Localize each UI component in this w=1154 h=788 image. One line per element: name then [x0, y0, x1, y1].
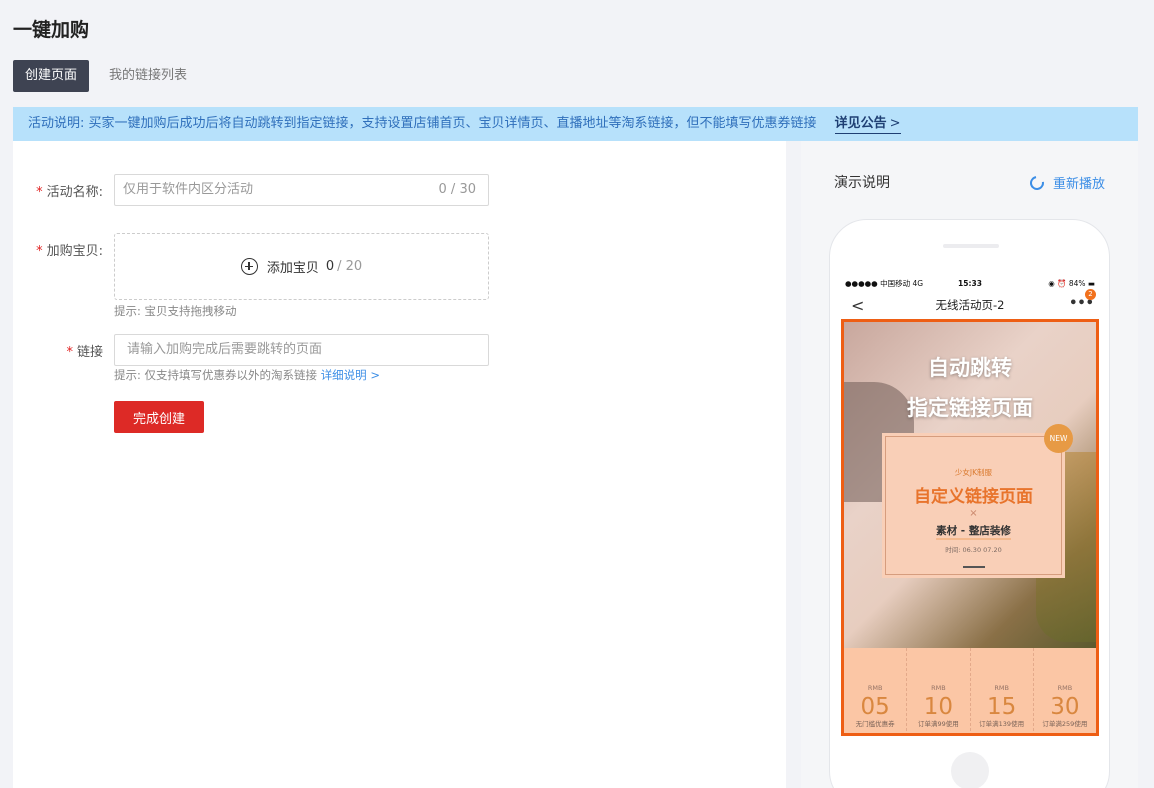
replay-label: 重新播放: [1052, 177, 1105, 192]
battery-status: ◉ ⏰ 84% ▬: [1048, 278, 1095, 288]
banner-headline-1: 自动跳转: [928, 356, 1012, 380]
replay-button[interactable]: 重新播放: [1027, 172, 1105, 193]
refresh-icon: [1027, 172, 1047, 193]
notice-banner: 活动说明: 买家一键加购后成功后将自动跳转到指定链接，支持设置店铺首页、宝贝详情…: [13, 107, 1138, 141]
phone-screen: ●●●●● 中国移动 4G 15:33 ◉ ⏰ 84% ▬ < 无线活动页-2 …: [841, 274, 1099, 736]
notice-text: 活动说明: 买家一键加购后成功后将自动跳转到指定链接，支持设置店铺首页、宝贝详情…: [28, 116, 817, 131]
demo-panel: 演示说明 重新播放 ●●●●● 中国移动 4G 15:33 ◉ ⏰ 84% ▬ …: [801, 141, 1138, 788]
back-icon: <: [851, 296, 865, 315]
card-title: 自定义链接页面: [914, 487, 1033, 507]
link-input[interactable]: 请输入加购完成后需要跳转的页面: [114, 334, 489, 366]
form-panel: * 活动名称: 仅用于软件内区分活动 0 / 30 * 加购宝贝: 添加宝贝 0 /…: [13, 141, 786, 788]
coupon-row: RMB 05 无门槛优惠券 RMB 10 订单满99使用 RMB 15 订单满1…: [844, 648, 1096, 733]
demo-title: 演示说明: [834, 175, 890, 191]
coupon-desc: 无门槛优惠券: [855, 720, 895, 728]
banner-headline-2: 指定链接页面: [907, 396, 1033, 420]
activity-name-input[interactable]: 仅用于软件内区分活动 0 / 30: [114, 174, 489, 206]
coupon-desc: 订单满259使用: [1042, 720, 1088, 728]
card-divider: [962, 566, 985, 568]
product-count-current: 0: [325, 259, 335, 274]
card-category: 少女JK制服: [954, 468, 993, 477]
activity-name-label: * 活动名称:: [36, 185, 103, 200]
link-placeholder: 请输入加购完成后需要跳转的页面: [127, 342, 323, 357]
new-badge: NEW: [1044, 424, 1073, 453]
products-hint: 提示: 宝贝支持拖拽移动: [114, 304, 237, 318]
link-hint: 提示: 仅支持填写优惠券以外的淘系链接 详细说明 >: [114, 368, 380, 382]
coupon-amount: 15: [986, 694, 1017, 720]
link-detail-link[interactable]: 详细说明 >: [321, 368, 380, 382]
phone-status-bar: ●●●●● 中国移动 4G 15:33 ◉ ⏰ 84% ▬: [841, 274, 1099, 292]
coupon-desc: 订单满139使用: [979, 720, 1025, 728]
notification-badge: 2: [1085, 289, 1096, 300]
phone-speaker: [943, 244, 999, 248]
product-count-max: / 20: [337, 259, 363, 274]
phone-home-button: [951, 752, 989, 788]
tab-create-page[interactable]: 创建页面: [13, 60, 90, 92]
activity-name-placeholder: 仅用于软件内区分活动: [123, 182, 254, 197]
carrier-text: ●●●●● 中国移动 4G: [845, 278, 924, 288]
link-label: * 链接: [66, 345, 103, 360]
coupon-amount: 10: [923, 694, 954, 720]
products-label: * 加购宝贝:: [36, 244, 103, 259]
page-title: 一键加购: [13, 19, 90, 41]
coupon-item: RMB 15 订单满139使用: [971, 648, 1034, 733]
promo-banner: 自动跳转 指定链接页面 少女JK制服 自定义链接页面 × 素材 - 整店装修 时…: [841, 319, 1099, 736]
coupon-desc: 订单满99使用: [917, 720, 959, 728]
notice-link-label: 详见公告: [834, 116, 887, 131]
card-subtitle: 素材 - 整店装修: [936, 523, 1011, 540]
coupon-amount: 30: [1050, 694, 1080, 720]
coupon-item: RMB 10 订单满99使用: [907, 648, 971, 733]
submit-button[interactable]: 完成创建: [114, 401, 204, 433]
add-product-label: 添加宝贝: [266, 261, 319, 276]
tab-my-links[interactable]: 我的链接列表: [97, 60, 199, 92]
chevron-right-icon: >: [889, 116, 901, 131]
coupon-item: RMB 05 无门槛优惠券: [844, 648, 908, 733]
add-product-button[interactable]: 添加宝贝 0 / 20: [114, 233, 489, 300]
coupon-amount: 05: [860, 694, 890, 720]
activity-name-counter: 0 / 30: [438, 182, 476, 197]
tab-bar: 创建页面 我的链接列表: [13, 60, 199, 92]
status-time: 15:33: [958, 278, 982, 288]
phone-nav-bar: < 无线活动页-2 ••• 2: [841, 289, 1099, 319]
plus-circle-icon: [240, 258, 258, 275]
promo-card: 少女JK制服 自定义链接页面 × 素材 - 整店装修 时间: 06.30 07.…: [885, 436, 1062, 575]
notice-detail-link[interactable]: 详见公告 >: [834, 116, 901, 134]
phone-mockup: ●●●●● 中国移动 4G 15:33 ◉ ⏰ 84% ▬ < 无线活动页-2 …: [829, 219, 1110, 788]
card-date: 时间: 06.30 07.20: [945, 546, 1002, 554]
card-cross: ×: [969, 508, 978, 519]
coupon-item: RMB 30 订单满259使用: [1034, 648, 1096, 733]
phone-nav-title: 无线活动页-2: [935, 298, 1005, 312]
